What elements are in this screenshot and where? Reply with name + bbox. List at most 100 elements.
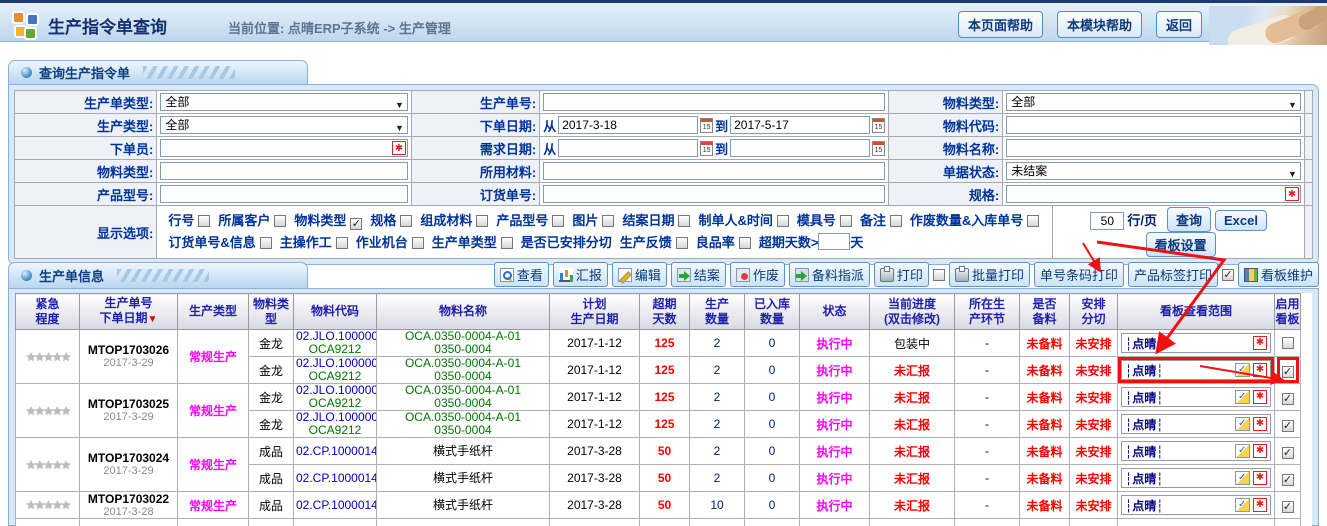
column-header-生产单号下单日期[interactable]: 生产单号下单日期▼: [80, 294, 178, 330]
product-model-input[interactable]: [160, 185, 408, 203]
display-option-checkbox[interactable]: [476, 215, 488, 227]
cell-current-progress[interactable]: 未汇报: [870, 411, 955, 438]
display-option-checkbox[interactable]: [260, 237, 272, 249]
enable-kanban-checkbox[interactable]: ✓: [1282, 420, 1294, 432]
toolbar-button-看板维护[interactable]: 看板维护: [1238, 262, 1319, 287]
clear-icon[interactable]: ✱: [392, 141, 406, 155]
kanban-scope-input[interactable]: ┆点晴┆✓✱: [1121, 441, 1271, 461]
cell-current-progress[interactable]: 未汇报: [870, 438, 955, 465]
kanban-scope-input[interactable]: ┆点晴┆✓✱: [1121, 414, 1271, 434]
module-help-button[interactable]: 本模块帮助: [1057, 11, 1142, 38]
search-button[interactable]: 查询: [1167, 207, 1211, 232]
cell-current-progress[interactable]: 未汇报: [870, 357, 955, 384]
display-option-checkbox[interactable]: [400, 215, 412, 227]
edit-kanban-icon[interactable]: ✓: [1235, 498, 1250, 512]
display-option-checkbox[interactable]: [777, 215, 789, 227]
display-option-checkbox[interactable]: [602, 215, 614, 227]
material-type-input[interactable]: [160, 162, 408, 180]
calendar-icon[interactable]: 15: [872, 141, 885, 156]
toolbar-checkbox[interactable]: ✓: [1222, 269, 1234, 281]
cell-current-progress[interactable]: [870, 519, 955, 526]
display-option-checkbox[interactable]: [678, 215, 690, 227]
display-option-checkbox[interactable]: [552, 215, 564, 227]
clear-icon[interactable]: ✱: [1253, 336, 1267, 350]
display-option-checkbox[interactable]: ✓: [350, 218, 362, 230]
clear-icon[interactable]: ✱: [1285, 187, 1299, 201]
order-no-input[interactable]: [543, 93, 885, 111]
kanban-scope-input[interactable]: ┆点晴┆✓✱: [1121, 387, 1271, 407]
kanban-scope-input[interactable]: ┆点晴┆✓✱: [1121, 468, 1271, 488]
clear-icon[interactable]: ✱: [1253, 417, 1267, 431]
kanban-scope-input[interactable]: ┆点晴┆✓✱: [1121, 360, 1271, 380]
overdue-days-input[interactable]: [818, 233, 850, 250]
display-option-checkbox[interactable]: [336, 237, 348, 249]
kanban-settings-button[interactable]: 看板设置: [1146, 232, 1216, 257]
display-option-checkbox[interactable]: [676, 237, 688, 249]
spec-input[interactable]: ✱: [1006, 185, 1301, 203]
edit-kanban-icon[interactable]: ✓: [1235, 363, 1250, 377]
cell-material-prepared: 未备料: [1020, 357, 1070, 384]
display-option-checkbox[interactable]: [412, 237, 424, 249]
clear-icon[interactable]: ✱: [1253, 363, 1267, 377]
enable-kanban-checkbox[interactable]: ✓: [1282, 501, 1294, 513]
clear-icon[interactable]: ✱: [1253, 471, 1267, 485]
page-help-button[interactable]: 本页面帮助: [958, 11, 1043, 38]
edit-kanban-icon[interactable]: ✓: [1235, 390, 1250, 404]
display-option-checkbox[interactable]: [1027, 215, 1039, 227]
edit-kanban-icon[interactable]: ✓: [1235, 444, 1250, 458]
excel-export-button[interactable]: Excel: [1215, 210, 1267, 231]
toolbar-button-查看[interactable]: 查看: [494, 262, 549, 287]
page-size-input[interactable]: 50: [1090, 212, 1124, 230]
order-date-to-input[interactable]: 2017-5-17: [730, 116, 870, 134]
material-name-input[interactable]: [1006, 139, 1301, 157]
material-used-input[interactable]: [543, 162, 885, 180]
need-date-from-input[interactable]: [558, 139, 698, 157]
display-option-checkbox[interactable]: [840, 215, 852, 227]
toolbar-button-汇报[interactable]: 汇报: [553, 262, 608, 287]
enable-kanban-checkbox[interactable]: ✓: [1282, 447, 1294, 459]
order-date-from-input[interactable]: 2017-3-18: [558, 116, 698, 134]
back-button[interactable]: 返回: [1156, 11, 1202, 38]
toolbar-button-作废[interactable]: 作废: [730, 262, 785, 287]
kanban-scope-input[interactable]: ┆点晴┆✱: [1121, 333, 1271, 353]
cell-current-progress[interactable]: 未汇报: [870, 384, 955, 411]
need-date-to-input[interactable]: [730, 139, 870, 157]
material-type-select[interactable]: 全部▼: [1006, 93, 1301, 111]
display-option-checkbox[interactable]: [739, 237, 751, 249]
toolbar-button-结案[interactable]: 结案: [671, 262, 726, 287]
clear-icon[interactable]: ✱: [1253, 498, 1267, 512]
edit-kanban-icon[interactable]: ✓: [1235, 417, 1250, 431]
assign-icon: [795, 268, 809, 282]
material-code-input[interactable]: [1006, 116, 1301, 134]
display-option-checkbox[interactable]: [198, 215, 210, 227]
clear-icon[interactable]: ✱: [1253, 390, 1267, 404]
edit-kanban-icon[interactable]: ✓: [1235, 471, 1250, 485]
cell-current-progress[interactable]: 未汇报: [870, 465, 955, 492]
prod-type-select[interactable]: 全部▼: [160, 116, 408, 134]
toolbar-button-批量打印[interactable]: 批量打印: [949, 262, 1030, 287]
toolbar-checkbox[interactable]: [933, 269, 945, 281]
enable-kanban-checkbox[interactable]: [1282, 337, 1294, 349]
cell-current-progress[interactable]: 未汇报: [870, 492, 955, 519]
toolbar-button-编辑[interactable]: 编辑: [612, 262, 667, 287]
toolbar-button-单号条码打印[interactable]: 单号条码打印: [1034, 262, 1124, 287]
doc-status-select[interactable]: 未结案▼: [1006, 162, 1301, 180]
enable-kanban-checkbox[interactable]: ✓: [1282, 393, 1294, 405]
calendar-icon[interactable]: 15: [700, 141, 713, 156]
enable-kanban-checkbox[interactable]: ✓: [1282, 474, 1294, 486]
toolbar-button-打印[interactable]: 打印: [874, 262, 929, 287]
calendar-icon[interactable]: 15: [872, 118, 885, 133]
cell-current-progress[interactable]: 包装中: [870, 330, 955, 357]
toolbar-button-备料指派[interactable]: 备料指派: [789, 262, 870, 287]
display-option-checkbox[interactable]: [274, 215, 286, 227]
clear-icon[interactable]: ✱: [1253, 444, 1267, 458]
calendar-icon[interactable]: 15: [700, 118, 713, 133]
display-option-checkbox[interactable]: [890, 215, 902, 227]
kanban-scope-input[interactable]: ┆点晴┆✓✱: [1121, 495, 1271, 515]
sales-order-no-input[interactable]: [543, 185, 885, 203]
display-option-checkbox[interactable]: [501, 237, 513, 249]
toolbar-button-产品标签打印[interactable]: 产品标签打印: [1128, 262, 1218, 287]
enable-kanban-checkbox[interactable]: ✓: [1282, 366, 1294, 378]
order-type-select[interactable]: 全部▼: [160, 93, 408, 111]
orderer-input[interactable]: ✱: [160, 139, 408, 157]
